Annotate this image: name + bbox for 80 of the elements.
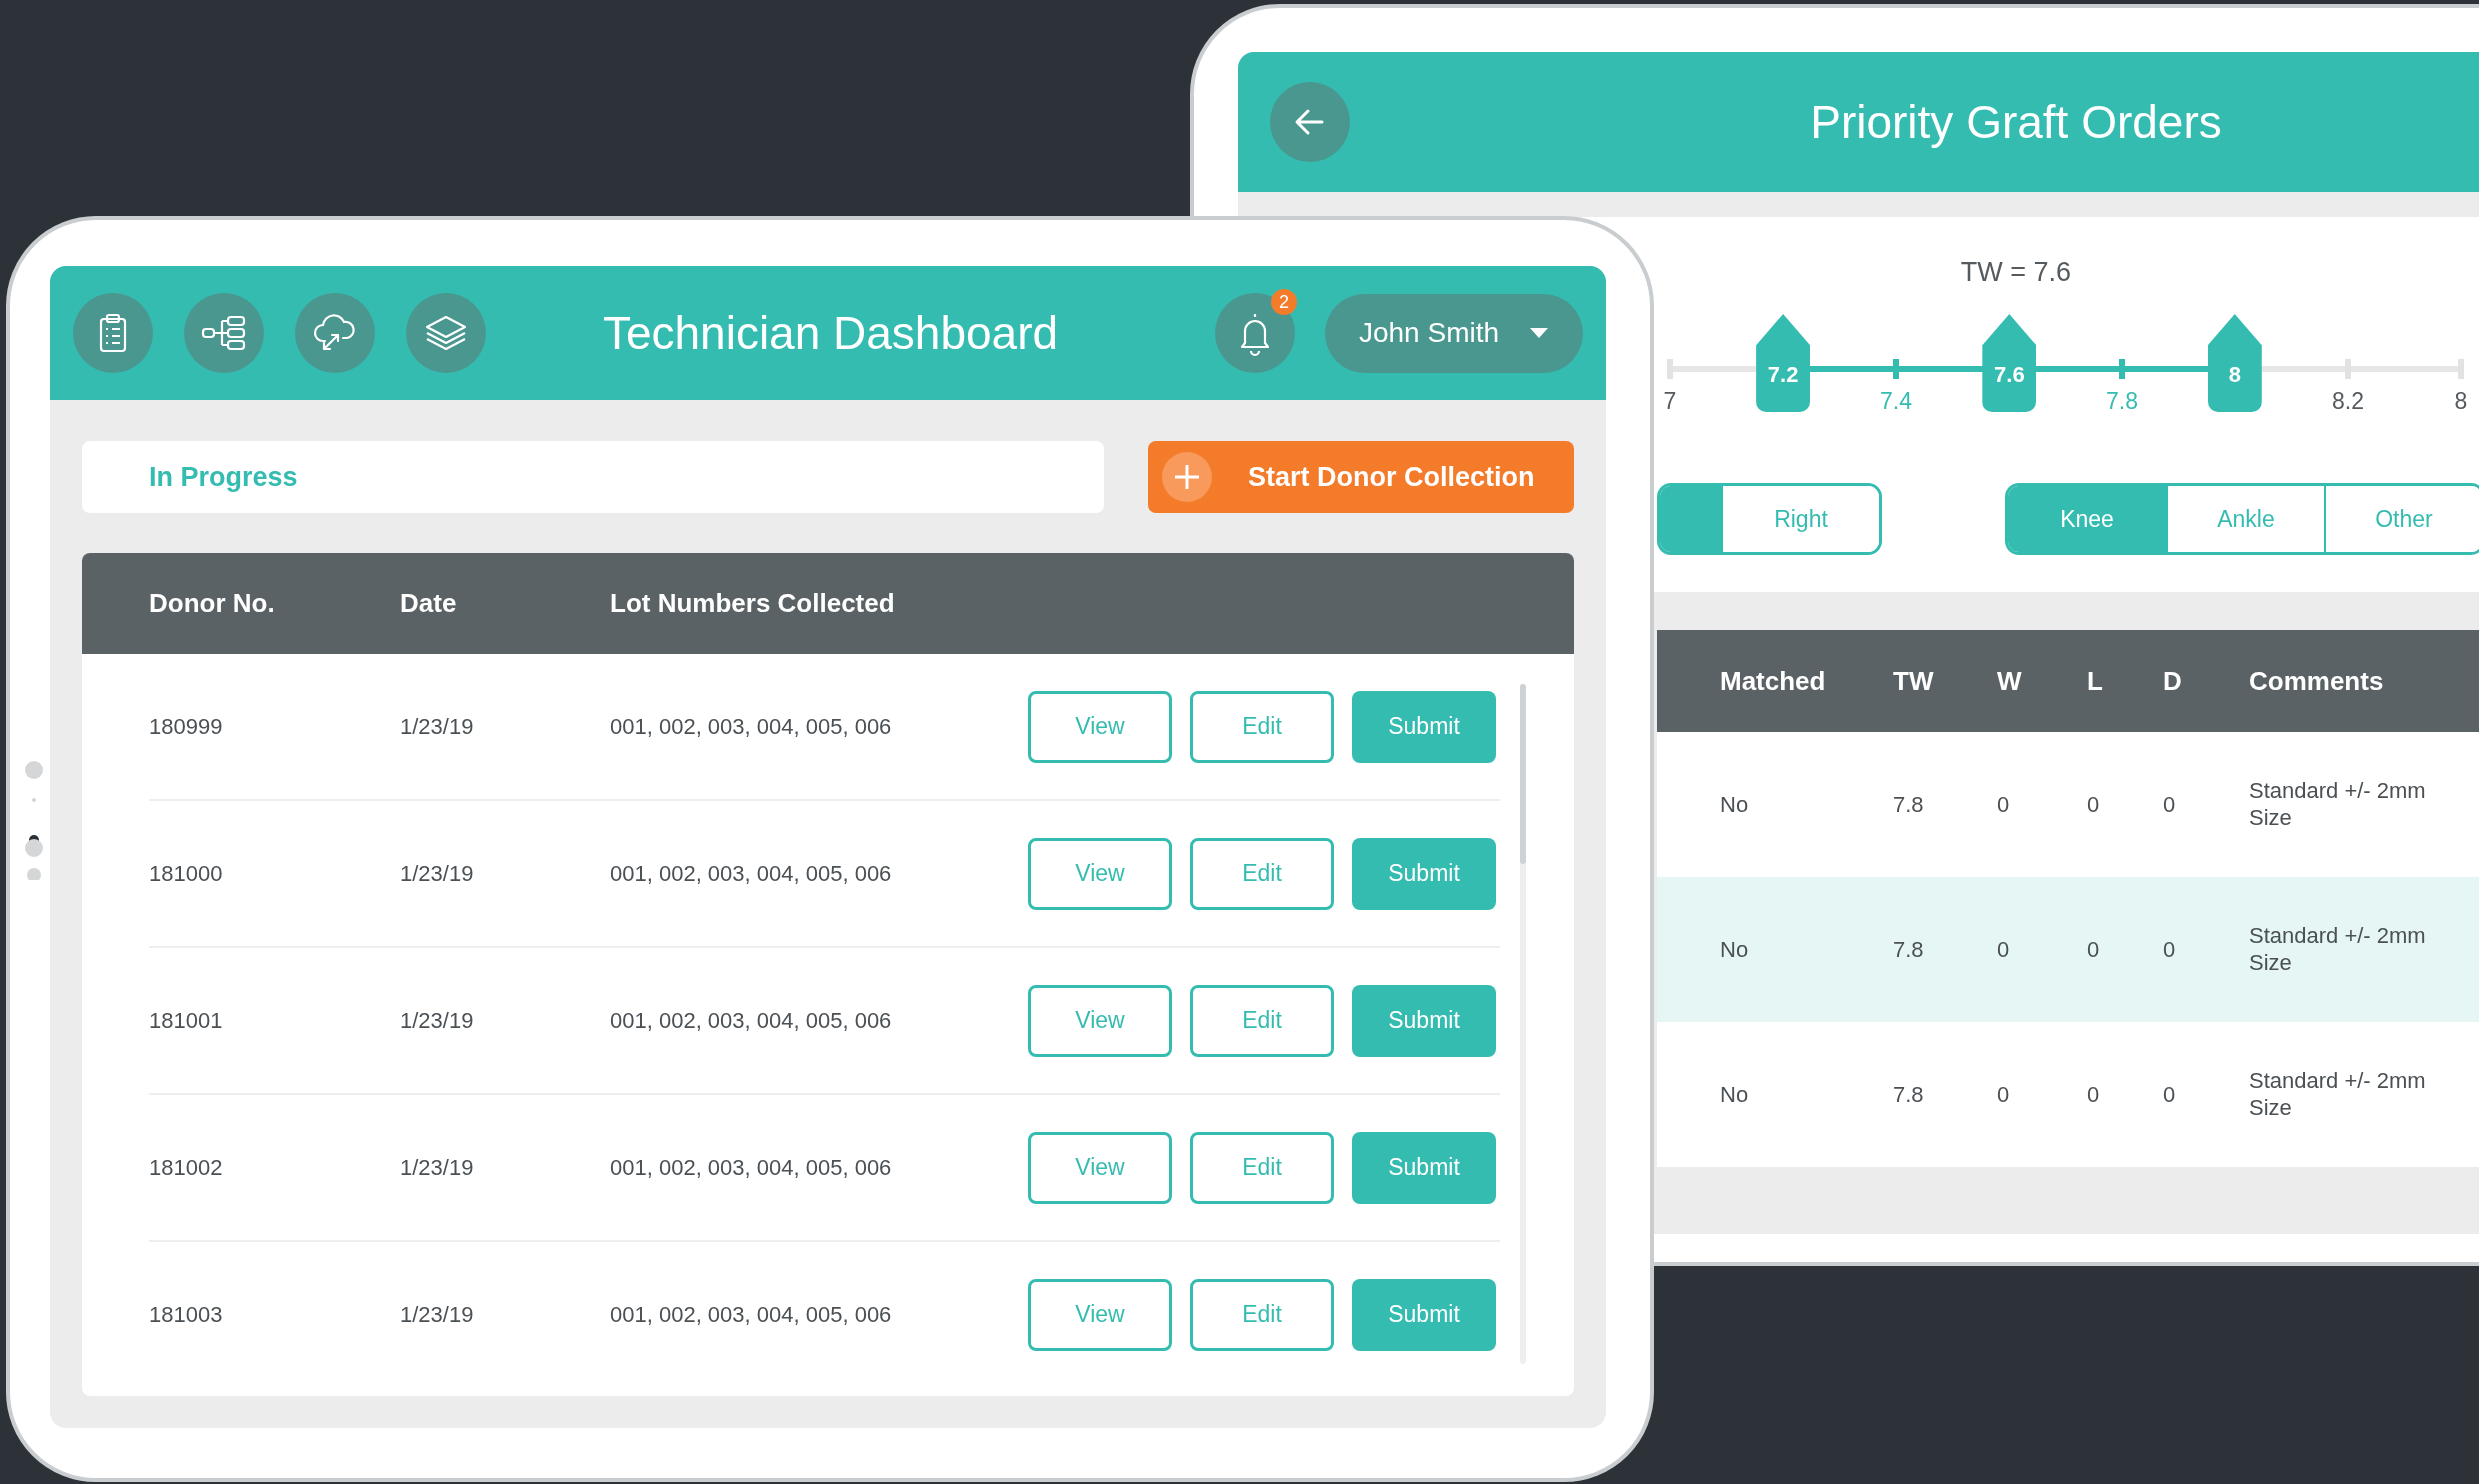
screen-title: Technician Dashboard — [601, 306, 1060, 360]
action-button[interactable]: View — [1028, 837, 1172, 910]
table-cell-text: 7.8 — [1893, 1081, 1925, 1108]
action-button[interactable]: Edit — [1190, 837, 1334, 910]
start-collection-button[interactable]: Start Donor Collection — [1148, 441, 1574, 513]
table-cell-text: No — [1720, 1081, 1750, 1108]
slider-thumb[interactable]: 7.6 — [1982, 314, 2037, 412]
table-cell-text: 180999 — [149, 713, 224, 740]
column-header: Donor No. — [149, 588, 276, 619]
table-cell-text: Standard +/- 2mm Size — [2249, 923, 2427, 976]
table-cell-text: No — [1720, 936, 1750, 963]
table-cell-text: 7.8 — [1893, 791, 1925, 818]
table-cell-text: 7.8 — [1893, 936, 1925, 963]
table-cell-text: 0 — [1997, 936, 2011, 963]
table-cell-text: 0 — [2087, 1081, 2101, 1108]
action-button[interactable]: Edit — [1190, 984, 1334, 1057]
table-cell-text: 1/23/19 — [400, 1154, 475, 1181]
action-button[interactable]: Edit — [1190, 690, 1334, 763]
submit-button[interactable]: Submit — [1352, 837, 1496, 910]
tick-label: 8 — [2454, 388, 2468, 415]
column-header: Matched — [1720, 665, 1827, 697]
slider-label: TW = 7.6 — [1959, 257, 2073, 288]
table-row[interactable]: No 7.8 0 0 0 Standard +/- 2mm Size — [1657, 877, 2479, 1022]
tick-label: 7.4 — [1880, 388, 1912, 415]
table-cell-text: 1/23/19 — [400, 860, 475, 887]
screen-title: Priority Graft Orders — [1809, 95, 2223, 149]
table-cell-text: 1/23/19 — [400, 1301, 475, 1328]
action-button[interactable]: Edit — [1190, 1278, 1334, 1351]
table-cell-text: 181000 — [149, 860, 224, 887]
table-cell-text: 1/23/19 — [400, 713, 475, 740]
tick-label: 7 — [1663, 388, 1677, 415]
table-cell-text: 0 — [1997, 791, 2011, 818]
table-cell-text: 0 — [1997, 1081, 2011, 1108]
notification-badge: 2 — [1271, 289, 1297, 315]
toggle-option[interactable]: Knee — [2008, 486, 2166, 552]
toggle-option[interactable]: Other — [2324, 486, 2479, 552]
slider-thumb[interactable]: 7.2 — [1756, 314, 1811, 412]
slider-thumb[interactable]: 8 — [2207, 314, 2262, 412]
table-cell-text: 0 — [2087, 936, 2101, 963]
submit-button[interactable]: Submit — [1352, 984, 1496, 1057]
table-cell-text: 0 — [2163, 791, 2177, 818]
table-cell-text: 181001 — [149, 1007, 224, 1034]
column-header: Date — [400, 588, 458, 619]
column-header: W — [1997, 665, 2023, 697]
column-header: Lot Numbers Collected — [610, 588, 896, 619]
column-header: Comments — [2249, 665, 2385, 697]
scrollbar[interactable] — [1520, 684, 1526, 1364]
submit-button[interactable]: Submit — [1352, 690, 1496, 763]
table-cell-text: 181002 — [149, 1154, 224, 1181]
table-cell-text: Standard +/- 2mm Size — [2249, 778, 2427, 831]
action-button[interactable]: View — [1028, 690, 1172, 763]
action-button[interactable]: Edit — [1190, 1131, 1334, 1204]
tick-label: 7.8 — [2106, 388, 2138, 415]
status-field[interactable]: In Progress — [82, 441, 1104, 513]
table-cell-text: 0 — [2163, 1081, 2177, 1108]
submit-button[interactable]: Submit — [1352, 1131, 1496, 1204]
table-cell-text: 001, 002, 003, 004, 005, 006 — [610, 713, 893, 740]
action-button[interactable]: View — [1028, 1131, 1172, 1204]
toggle-segment[interactable] — [1660, 486, 1721, 552]
action-button[interactable]: View — [1028, 1278, 1172, 1351]
table-cell-text: 001, 002, 003, 004, 005, 006 — [610, 1154, 893, 1181]
table-cell-text: 001, 002, 003, 004, 005, 006 — [610, 1007, 893, 1034]
submit-button[interactable]: Submit — [1352, 1278, 1496, 1351]
plus-icon — [1162, 452, 1212, 502]
table-cell-text: 0 — [2163, 936, 2177, 963]
toggle-option[interactable]: Right — [1721, 486, 1879, 552]
table-cell-text: 001, 002, 003, 004, 005, 006 — [610, 1301, 893, 1328]
table-cell-text: 0 — [2087, 791, 2101, 818]
column-header: L — [2087, 665, 2104, 697]
table-cell-text: No — [1720, 791, 1750, 818]
table-cell-text: 1/23/19 — [400, 1007, 475, 1034]
column-header: TW — [1893, 665, 1935, 697]
table-cell-text: Standard +/- 2mm Size — [2249, 1068, 2427, 1121]
caret-icon — [1529, 327, 1550, 339]
column-header: D — [2163, 665, 2183, 697]
table-cell-text: 001, 002, 003, 004, 005, 006 — [610, 860, 893, 887]
action-button[interactable]: View — [1028, 984, 1172, 1057]
user-menu-button[interactable]: John Smith — [1325, 293, 1583, 373]
table-cell-text: 181003 — [149, 1301, 224, 1328]
tick-label: 8.2 — [2332, 388, 2364, 415]
